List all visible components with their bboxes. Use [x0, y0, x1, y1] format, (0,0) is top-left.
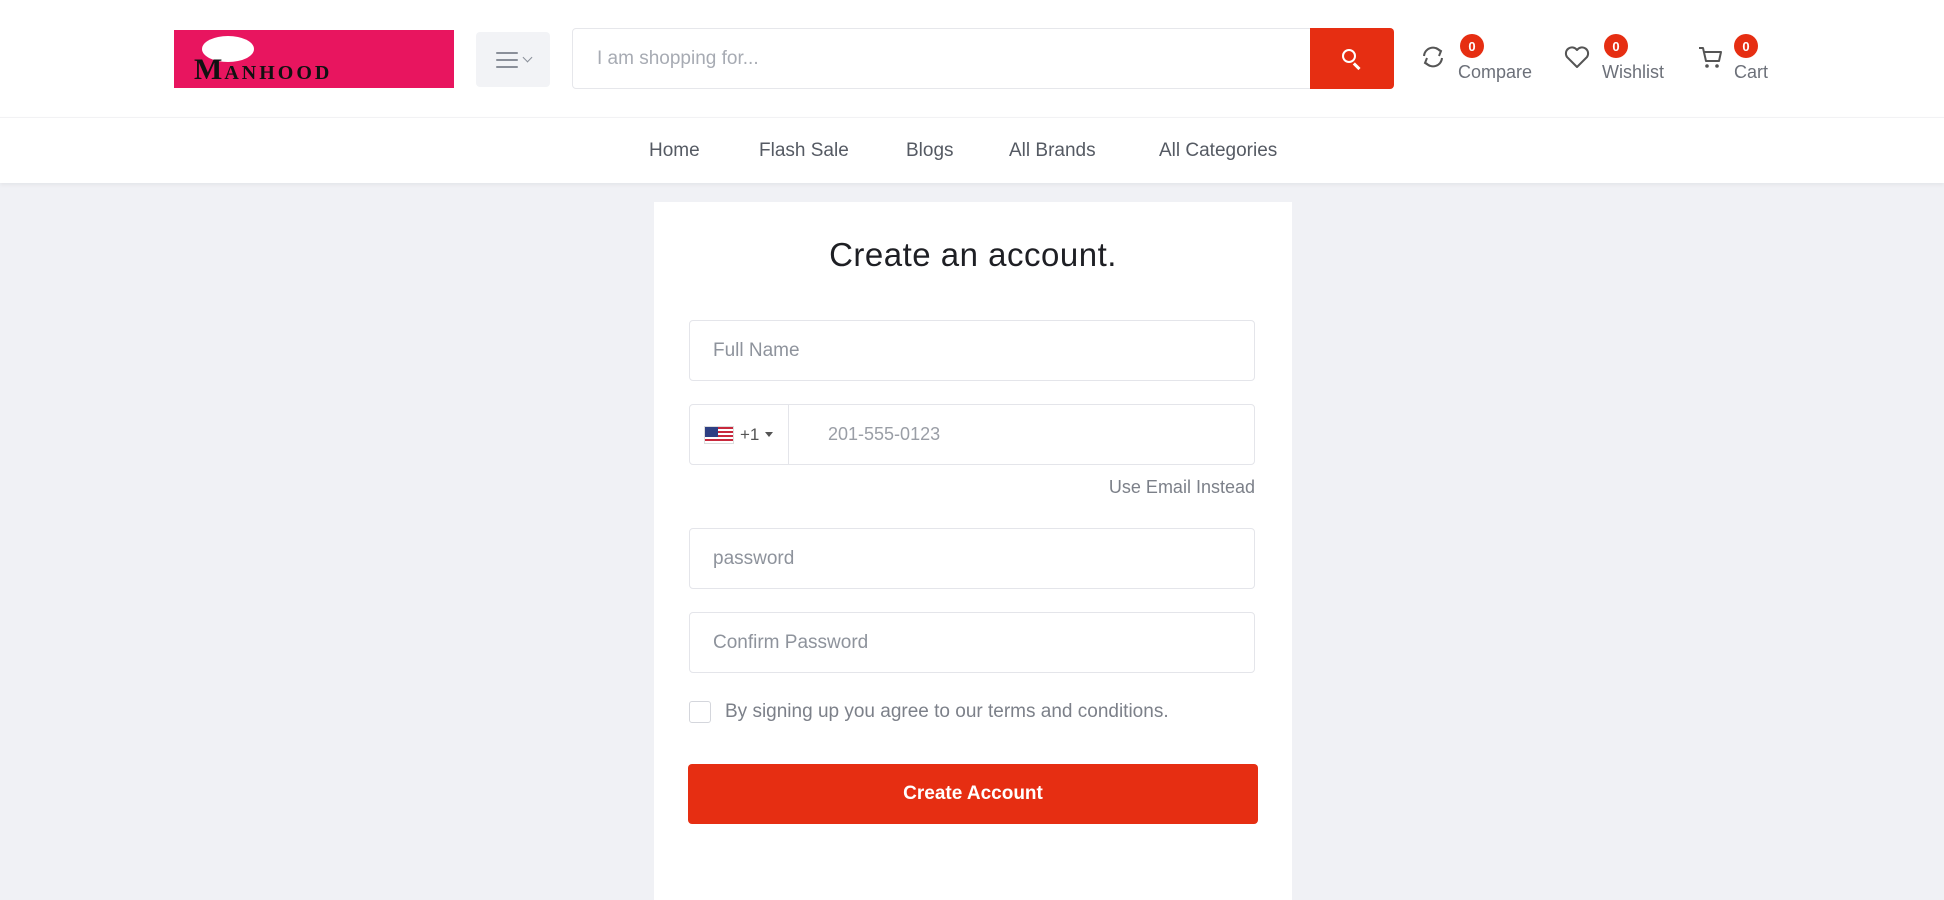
cart-link[interactable]: 0 Cart: [1696, 34, 1776, 86]
compare-label: Compare: [1458, 62, 1533, 82]
main-navigation: Home Flash Sale Blogs All Brands All Cat…: [0, 117, 1944, 183]
compare-count-badge: 0: [1460, 34, 1484, 58]
nav-all-categories[interactable]: All Categories: [1159, 140, 1277, 162]
confirm-password-input[interactable]: [690, 613, 1254, 672]
search-input[interactable]: [573, 29, 1308, 88]
logo-wordmark: MANHOOD: [194, 53, 333, 86]
wishlist-count-badge: 0: [1604, 34, 1628, 58]
terms-row: By signing up you agree to our terms and…: [689, 701, 1169, 723]
cart-count-badge: 0: [1734, 34, 1758, 58]
search-bar: [572, 28, 1394, 89]
registration-card: Create an account. +1 Use Email Instead …: [654, 202, 1292, 900]
confirm-password-field: [689, 612, 1255, 673]
heart-icon: [1564, 46, 1590, 68]
page-title: Create an account.: [829, 236, 1117, 273]
compare-link[interactable]: 0 Compare: [1418, 34, 1542, 86]
create-account-button[interactable]: Create Account: [688, 764, 1258, 824]
nav-all-brands[interactable]: All Brands: [1009, 140, 1096, 162]
search-button[interactable]: [1310, 28, 1394, 89]
full-name-field: [689, 320, 1255, 381]
wishlist-label: Wishlist: [1602, 62, 1664, 82]
password-input[interactable]: [690, 529, 1254, 588]
cart-icon: [1699, 47, 1722, 68]
phone-input[interactable]: [790, 405, 1254, 464]
cart-label: Cart: [1734, 62, 1769, 82]
country-code-select[interactable]: +1: [690, 405, 789, 464]
terms-checkbox[interactable]: [689, 701, 711, 723]
compare-icon: [1423, 46, 1443, 68]
full-name-input[interactable]: [690, 321, 1254, 380]
top-header: MANHOOD 0 Compare 0 Wishlist: [0, 0, 1944, 117]
chevron-down-icon: [522, 52, 532, 63]
terms-label: By signing up you agree to our terms and…: [725, 701, 1169, 722]
search-icon: [1342, 48, 1362, 70]
wishlist-link[interactable]: 0 Wishlist: [1562, 34, 1672, 86]
hamburger-icon: [495, 51, 518, 68]
caret-down-icon: [765, 432, 774, 437]
nav-flash-sale[interactable]: Flash Sale: [759, 140, 849, 162]
site-logo[interactable]: MANHOOD: [174, 30, 454, 88]
use-email-link[interactable]: Use Email Instead: [1109, 477, 1255, 498]
nav-blogs[interactable]: Blogs: [906, 140, 954, 162]
nav-home[interactable]: Home: [649, 140, 700, 162]
password-field: [689, 528, 1255, 589]
country-code-value: +1: [740, 424, 760, 444]
phone-field: +1: [689, 404, 1255, 465]
us-flag-icon: [704, 425, 734, 444]
category-menu-button[interactable]: [476, 32, 550, 87]
